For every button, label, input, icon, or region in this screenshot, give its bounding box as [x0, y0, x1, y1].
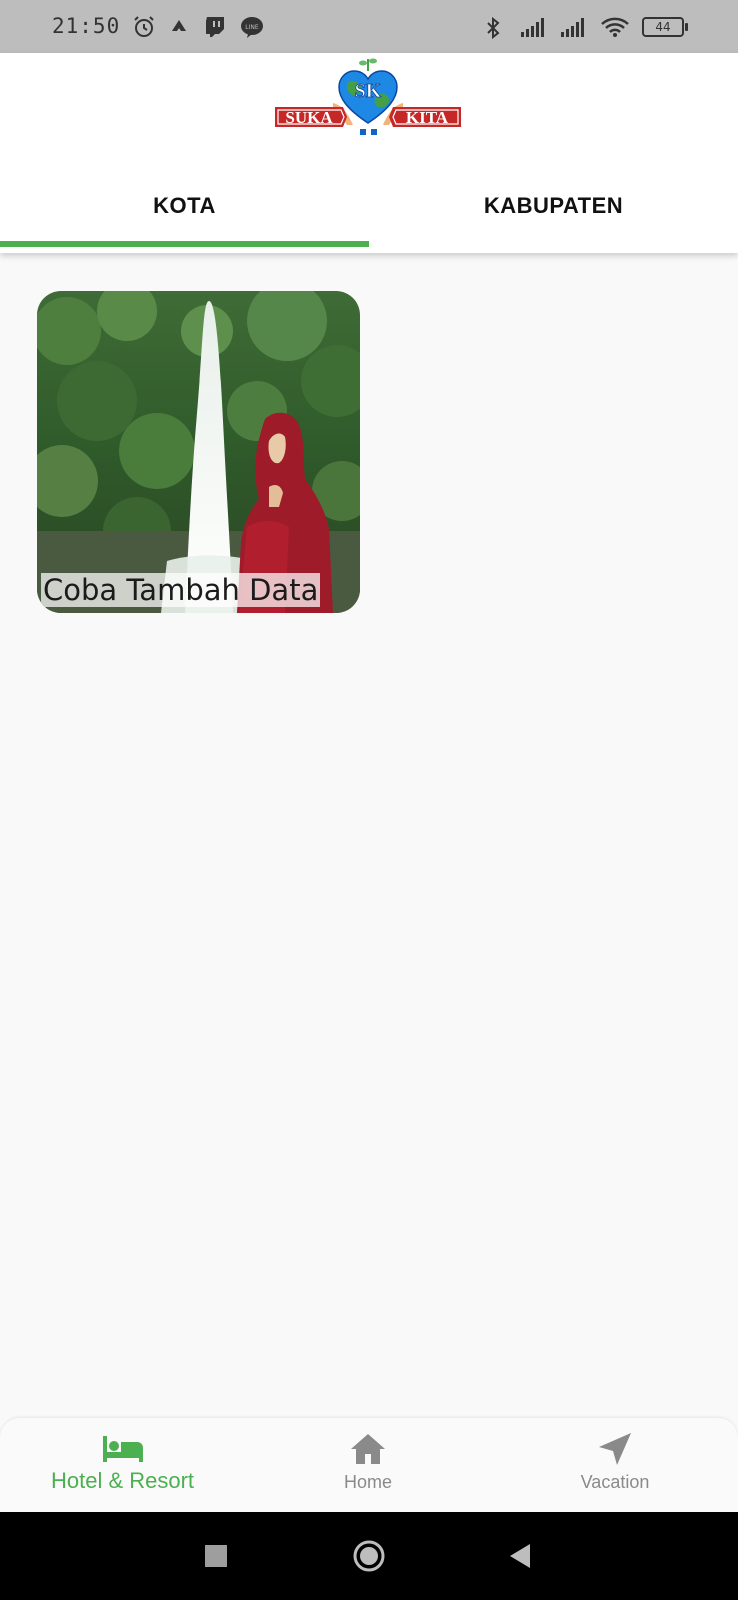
bluetooth-icon — [484, 16, 508, 40]
home-circle-icon[interactable] — [348, 1512, 390, 1600]
alarm-icon — [132, 15, 156, 37]
arrival-icon — [168, 15, 192, 37]
status-left: 21:50 LINE — [52, 14, 264, 38]
back-icon[interactable] — [505, 1512, 535, 1600]
logo-badge-text: SK — [355, 80, 382, 102]
recents-icon[interactable] — [196, 1512, 236, 1600]
status-bar: 21:50 LINE 44 — [0, 0, 738, 53]
tab-kota[interactable]: KOTA — [0, 159, 369, 253]
place-card[interactable]: Coba Tambah Data — [37, 291, 360, 613]
status-right: 44 — [484, 16, 688, 40]
app-header: SK SUKA KITA KOTA KABUPATEN — [0, 53, 738, 253]
svg-text:LINE: LINE — [246, 24, 260, 31]
nav-hotel-resort[interactable]: Hotel & Resort — [40, 1418, 205, 1512]
sukakita-logo: SK SUKA KITA — [275, 57, 461, 141]
signal-icon — [560, 16, 588, 38]
tab-active-indicator — [0, 241, 369, 247]
battery-level: 44 — [642, 17, 684, 37]
tab-kabupaten[interactable]: KABUPATEN — [369, 159, 738, 253]
system-navigation-bar — [0, 1512, 738, 1600]
line-icon: LINE — [240, 15, 264, 38]
nav-home[interactable]: Home — [318, 1418, 418, 1512]
nav-vacation-label: Vacation — [580, 1472, 650, 1492]
tab-bar: KOTA KABUPATEN — [0, 159, 738, 253]
home-icon — [349, 1432, 387, 1466]
card-title: Coba Tambah Data — [41, 573, 321, 607]
nav-vacation[interactable]: Vacation — [555, 1418, 675, 1512]
waterfall-photo — [37, 291, 360, 613]
battery-icon: 44 — [642, 17, 688, 37]
status-time: 21:50 — [52, 14, 121, 38]
logo-left-text: SUKA — [285, 108, 333, 127]
tab-kota-label: KOTA — [153, 193, 216, 218]
twitch-icon — [204, 15, 228, 37]
navigation-arrow-icon — [597, 1432, 633, 1466]
tab-kabupaten-label: KABUPATEN — [483, 193, 624, 218]
wifi-icon — [600, 16, 630, 38]
bottom-navigation: Hotel & Resort Home Vacation — [0, 1418, 738, 1512]
signal-icon — [520, 16, 548, 38]
nav-hotel-resort-label: Hotel & Resort — [50, 1468, 195, 1493]
nav-home-label: Home — [343, 1472, 392, 1492]
bed-icon — [101, 1432, 145, 1466]
logo-right-text: KITA — [406, 108, 449, 127]
